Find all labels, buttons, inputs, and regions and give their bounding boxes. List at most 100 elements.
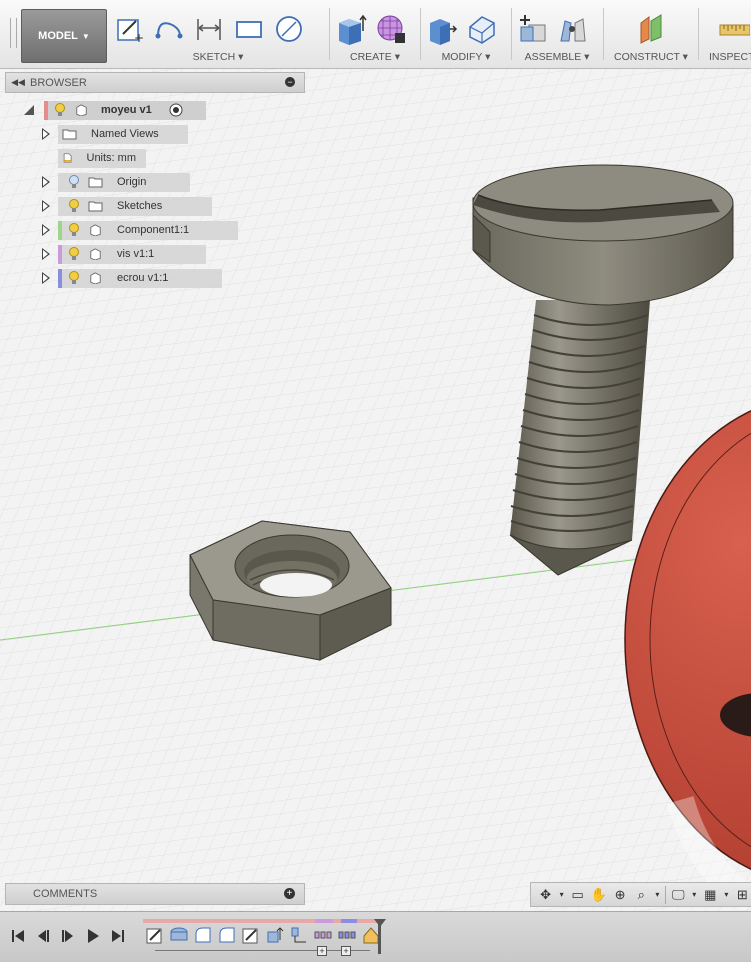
chevron-down-icon[interactable]: ▾ bbox=[723, 885, 730, 905]
timeline-sketch-icon[interactable] bbox=[146, 926, 164, 944]
visibility-bulb-icon[interactable] bbox=[54, 103, 66, 117]
activate-radio-icon[interactable] bbox=[169, 103, 183, 117]
units-label: Units: mm bbox=[86, 152, 137, 164]
timeline-marker-vis bbox=[315, 919, 333, 923]
offset-plane-icon[interactable] bbox=[635, 12, 667, 46]
expand-arrow-icon[interactable] bbox=[42, 272, 50, 284]
new-component-icon[interactable] bbox=[517, 12, 549, 46]
folder-icon bbox=[88, 177, 103, 188]
timeline-marker-ecrou bbox=[341, 919, 357, 923]
fillet-icon[interactable] bbox=[466, 12, 498, 46]
inspect-menu[interactable]: INSPECT bbox=[709, 51, 751, 63]
timeline-playhead-handle[interactable] bbox=[374, 919, 386, 927]
units-node[interactable]: Units: mm bbox=[58, 148, 146, 168]
toolbar: MODEL ▼ + SKETCH ▾ CREATE ▾ MODIFY ▾ ASS… bbox=[0, 0, 751, 69]
orbit-icon[interactable]: ✥ bbox=[537, 885, 554, 905]
play-reverse-icon[interactable] bbox=[58, 926, 78, 946]
visibility-bulb-icon[interactable] bbox=[68, 271, 80, 285]
browser-panel-header: ◀◀ BROWSER − bbox=[5, 72, 305, 93]
timeline-bar: + + bbox=[0, 911, 751, 962]
component-icon bbox=[90, 248, 101, 260]
origin-node[interactable]: Origin bbox=[58, 172, 190, 192]
minimize-browser-button[interactable]: − bbox=[285, 77, 295, 87]
component-icon bbox=[90, 224, 101, 236]
sketch-dimension-icon[interactable] bbox=[193, 12, 225, 46]
modify-menu[interactable]: MODIFY ▾ bbox=[426, 51, 506, 63]
toolbar-grip[interactable] bbox=[10, 18, 17, 48]
create-menu[interactable]: CREATE ▾ bbox=[335, 51, 415, 63]
extrude-icon[interactable] bbox=[335, 12, 367, 46]
ecrou-node[interactable]: ecrou v1:1 bbox=[58, 268, 222, 288]
go-to-start-icon[interactable] bbox=[8, 926, 28, 946]
chevron-down-icon[interactable]: ▾ bbox=[691, 885, 698, 905]
sketch-arc-icon[interactable] bbox=[153, 12, 185, 46]
go-to-end-icon[interactable] bbox=[108, 926, 128, 946]
sketch-rectangle-icon[interactable] bbox=[233, 12, 265, 46]
step-back-icon[interactable] bbox=[34, 926, 54, 946]
look-at-icon[interactable]: ▭ bbox=[569, 885, 586, 905]
timeline-sketch-icon[interactable] bbox=[242, 926, 260, 944]
zoom-icon[interactable]: ⊕ bbox=[611, 885, 628, 905]
sketches-label: Sketches bbox=[117, 200, 163, 212]
press-pull-icon[interactable] bbox=[426, 12, 458, 46]
expand-triangle-icon[interactable] bbox=[22, 103, 36, 117]
create-menu-label: CREATE bbox=[349, 51, 392, 63]
timeline-joint-icon[interactable] bbox=[290, 926, 308, 944]
component1-label: Component1:1 bbox=[117, 224, 190, 236]
expand-group-button[interactable]: + bbox=[317, 946, 327, 956]
pan-hand-icon[interactable]: ✋ bbox=[590, 885, 607, 905]
vis-label: vis v1:1 bbox=[117, 248, 155, 260]
timeline-fillet-icon[interactable] bbox=[194, 926, 212, 944]
viewports-icon[interactable]: ⊞ bbox=[734, 885, 751, 905]
timeline-component-group-icon[interactable] bbox=[314, 926, 332, 944]
assemble-menu[interactable]: ASSEMBLE ▾ bbox=[517, 51, 597, 63]
fit-icon[interactable]: ⌕ bbox=[633, 885, 650, 905]
measure-icon[interactable] bbox=[718, 12, 750, 46]
chevron-down-icon[interactable]: ▾ bbox=[558, 885, 565, 905]
expand-arrow-icon[interactable] bbox=[42, 200, 50, 212]
chevron-down-icon[interactable]: ▾ bbox=[654, 885, 661, 905]
named-views-node[interactable]: Named Views bbox=[58, 124, 188, 144]
expand-arrow-icon[interactable] bbox=[42, 224, 50, 236]
inspect-menu-label: INSPECT bbox=[709, 51, 751, 63]
display-settings-icon[interactable]: 🖵 bbox=[670, 885, 687, 905]
joint-icon[interactable] bbox=[557, 12, 589, 46]
vis-node[interactable]: vis v1:1 bbox=[58, 244, 206, 264]
create-sketch-icon[interactable]: + bbox=[113, 12, 145, 46]
component-icon bbox=[90, 272, 101, 284]
comments-panel-header[interactable]: COMMENTS + bbox=[5, 883, 305, 905]
grid-settings-icon[interactable]: ▦ bbox=[702, 885, 719, 905]
modify-group: MODIFY ▾ bbox=[426, 0, 506, 68]
component1-color-bar bbox=[58, 220, 62, 240]
component1-node[interactable]: Component1:1 bbox=[58, 220, 238, 240]
visibility-bulb-icon[interactable] bbox=[68, 223, 80, 237]
workspace-label: MODEL bbox=[38, 30, 78, 42]
add-comment-button[interactable]: + bbox=[284, 888, 295, 899]
form-icon[interactable] bbox=[375, 12, 407, 46]
visibility-bulb-icon[interactable] bbox=[68, 199, 80, 213]
timeline-fillet-icon[interactable] bbox=[218, 926, 236, 944]
timeline-extrude-icon[interactable] bbox=[266, 926, 284, 944]
vis-color-bar bbox=[58, 244, 62, 264]
visibility-bulb-icon[interactable] bbox=[68, 247, 80, 261]
expand-arrow-icon[interactable] bbox=[42, 176, 50, 188]
collapse-panel-icon[interactable]: ◀◀ bbox=[6, 77, 30, 88]
expand-group-button[interactable]: + bbox=[341, 946, 351, 956]
expand-arrow-icon[interactable] bbox=[42, 128, 50, 140]
timeline-component-group-icon[interactable] bbox=[338, 926, 356, 944]
visibility-bulb-off-icon[interactable] bbox=[68, 175, 80, 189]
sketches-node[interactable]: Sketches bbox=[58, 196, 212, 216]
play-icon[interactable] bbox=[83, 926, 103, 946]
expand-arrow-icon[interactable] bbox=[42, 248, 50, 260]
sketch-circle-icon[interactable] bbox=[273, 12, 305, 46]
3d-viewport[interactable] bbox=[0, 69, 751, 911]
workspace-switcher-button[interactable]: MODEL ▼ bbox=[21, 9, 107, 63]
scene-canvas bbox=[0, 69, 751, 911]
construct-menu[interactable]: CONSTRUCT ▾ bbox=[609, 51, 693, 63]
sketch-menu[interactable]: SKETCH ▾ bbox=[113, 51, 323, 63]
browser-root-row[interactable]: moyeu v1 bbox=[20, 100, 206, 120]
toolbar-separator bbox=[329, 8, 330, 60]
timeline-revolve-icon[interactable] bbox=[170, 926, 188, 944]
assemble-group: ASSEMBLE ▾ bbox=[517, 0, 597, 68]
comments-title: COMMENTS bbox=[33, 888, 98, 900]
